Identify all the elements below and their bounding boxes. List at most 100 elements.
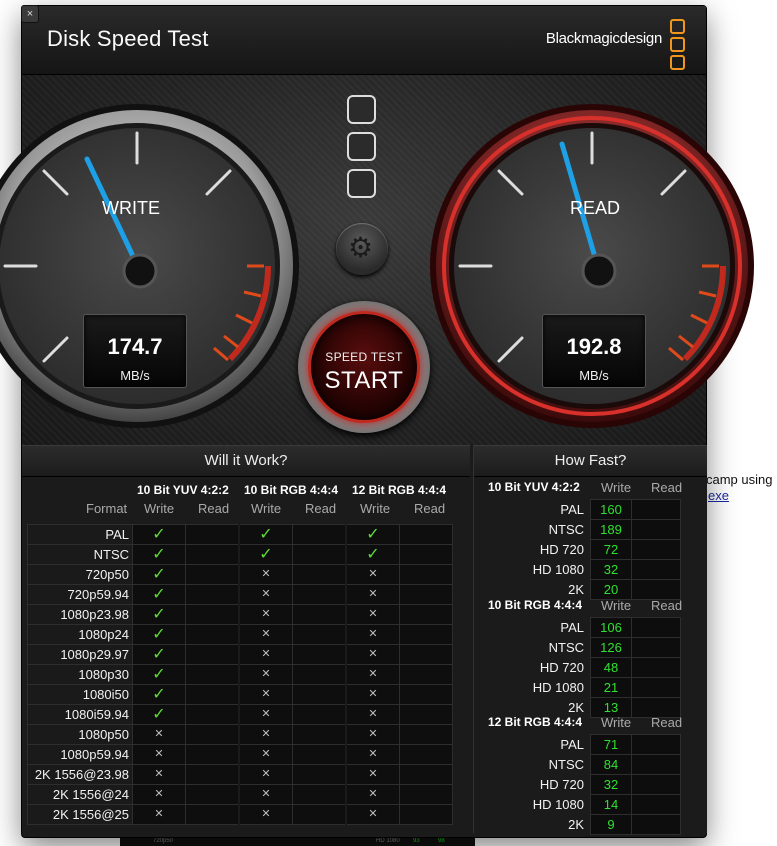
table-row: HD 1080 21 — [480, 677, 681, 698]
close-button[interactable]: × — [21, 5, 39, 23]
write-speed-cell: 84 — [590, 754, 632, 775]
cross-icon: ✕ — [368, 728, 378, 740]
cross-icon: ✕ — [154, 768, 164, 780]
title-bar: Disk Speed Test Blackmagicdesign — [22, 6, 706, 75]
square-icon[interactable] — [347, 95, 376, 124]
format-label: NTSC — [480, 637, 591, 658]
format-column-header: Format — [86, 501, 128, 516]
checkmark-icon: ✓ — [152, 546, 166, 563]
cross-icon: ✕ — [368, 648, 378, 660]
will-it-work-table: PAL ✓ ✓ ✓ NTSC ✓ ✓ ✓ 720p50 ✓ ✕ ✕ 720p59.94 ✓ ✕ ✕ 1080p2… — [27, 524, 453, 825]
read-status-cell — [399, 584, 453, 605]
group-header: 10 Bit RGB 4:4:4 — [244, 483, 339, 497]
table-row: PAL ✓ ✓ ✓ — [27, 524, 453, 545]
write-status-cell: ✕ — [345, 584, 400, 605]
cross-icon: ✕ — [154, 748, 164, 760]
write-speed-cell: 106 — [590, 617, 632, 638]
read-status-cell — [399, 604, 453, 625]
write-status-cell: ✓ — [132, 624, 186, 645]
group-header: 10 Bit YUV 4:2:2 — [137, 483, 229, 497]
background-link[interactable]: exe — [708, 488, 729, 503]
format-label: HD 1080 — [480, 794, 591, 815]
checkmark-icon: ✓ — [152, 606, 166, 623]
cross-icon: ✕ — [261, 728, 271, 740]
table-row: 2K 1556@23.98 ✕ ✕ ✕ — [27, 764, 453, 785]
read-status-cell — [399, 644, 453, 665]
cross-icon: ✕ — [368, 788, 378, 800]
checkmark-icon: ✓ — [366, 546, 380, 563]
cross-icon: ✕ — [261, 748, 271, 760]
read-speed-cell — [631, 794, 681, 815]
square-icon[interactable] — [347, 132, 376, 161]
cross-icon: ✕ — [261, 628, 271, 640]
write-status-cell: ✓ — [238, 524, 293, 545]
checkmark-icon: ✓ — [152, 566, 166, 583]
read-status-cell — [292, 744, 347, 765]
app-window: Disk Speed Test Blackmagicdesign × WRITE… — [0, 5, 754, 837]
read-status-cell — [292, 604, 347, 625]
table-row: 720p50 ✓ ✕ ✕ — [27, 564, 453, 585]
how-fast-table: PAL 160 NTSC 189 HD 720 72 HD 1080 32 2K 20 — [480, 499, 681, 600]
table-row: NTSC 126 — [480, 637, 681, 658]
read-status-cell — [399, 784, 453, 805]
cross-icon: ✕ — [261, 808, 271, 820]
brand-name: Blackmagicdesign — [545, 30, 662, 47]
start-button[interactable]: SPEED TEST START — [298, 301, 430, 433]
write-status-cell: ✓ — [132, 544, 186, 565]
read-status-cell — [399, 764, 453, 785]
read-speed-cell — [631, 579, 681, 600]
format-label: PAL — [480, 734, 591, 755]
cross-icon: ✕ — [368, 748, 378, 760]
app-title: Disk Speed Test — [47, 26, 209, 51]
start-button-face[interactable]: SPEED TEST START — [308, 311, 420, 423]
write-status-cell: ✕ — [238, 644, 293, 665]
how-fast-title: How Fast? — [474, 445, 707, 477]
write-column-header: Write — [601, 480, 632, 495]
how-fast-group-title: 10 Bit YUV 4:2:2 — [488, 480, 580, 494]
write-status-cell: ✓ — [132, 564, 186, 585]
write-speed-cell: 189 — [590, 519, 632, 540]
table-row: 1080i59.94 ✓ ✕ ✕ — [27, 704, 453, 725]
format-label: 1080p50 — [27, 724, 133, 745]
checkmark-icon: ✓ — [152, 526, 166, 543]
checkmark-icon: ✓ — [366, 526, 380, 543]
cross-icon: ✕ — [368, 628, 378, 640]
write-status-cell: ✕ — [345, 784, 400, 805]
checkmark-icon: ✓ — [152, 586, 166, 603]
write-speed-cell: 14 — [590, 794, 632, 815]
read-column-header: Read — [651, 598, 683, 613]
table-row: NTSC 84 — [480, 754, 681, 775]
table-row: 1080p23.98 ✓ ✕ ✕ — [27, 604, 453, 625]
write-status-cell: ✕ — [132, 804, 186, 825]
write-status-cell: ✕ — [238, 684, 293, 705]
strip-label-hd1080: HD 1080 — [376, 838, 400, 844]
write-status-cell: ✓ — [132, 644, 186, 665]
write-status-cell: ✕ — [345, 644, 400, 665]
read-status-cell — [292, 704, 347, 725]
table-row: PAL 160 — [480, 499, 681, 520]
write-speed-cell: 48 — [590, 657, 632, 678]
write-status-cell: ✓ — [132, 664, 186, 685]
write-speed-cell: 72 — [590, 539, 632, 560]
write-status-cell: ✕ — [238, 564, 293, 585]
gauge-area: WRITE 174.7 MB/s READ 192.8 MB/s ⚙ SPEED… — [0, 75, 754, 445]
cross-icon: ✕ — [261, 788, 271, 800]
table-row: NTSC ✓ ✓ ✓ — [27, 544, 453, 565]
settings-button[interactable]: ⚙ — [336, 223, 388, 275]
write-status-cell: ✕ — [345, 804, 400, 825]
read-speed-cell — [631, 657, 681, 678]
write-column-header: Write — [144, 501, 175, 516]
write-speed-value: 174.7 — [107, 334, 163, 359]
write-speed-cell: 32 — [590, 774, 632, 795]
write-status-cell: ✓ — [345, 524, 400, 545]
write-status-cell: ✕ — [345, 564, 400, 585]
read-column-header: Read — [198, 501, 230, 516]
table-row: 2K 9 — [480, 814, 681, 835]
read-status-cell — [185, 564, 240, 585]
write-status-cell: ✕ — [132, 724, 186, 745]
read-status-cell — [399, 744, 453, 765]
layout-selector[interactable] — [347, 95, 377, 206]
checkmark-icon: ✓ — [152, 686, 166, 703]
square-icon[interactable] — [347, 169, 376, 198]
write-status-cell: ✓ — [132, 524, 186, 545]
